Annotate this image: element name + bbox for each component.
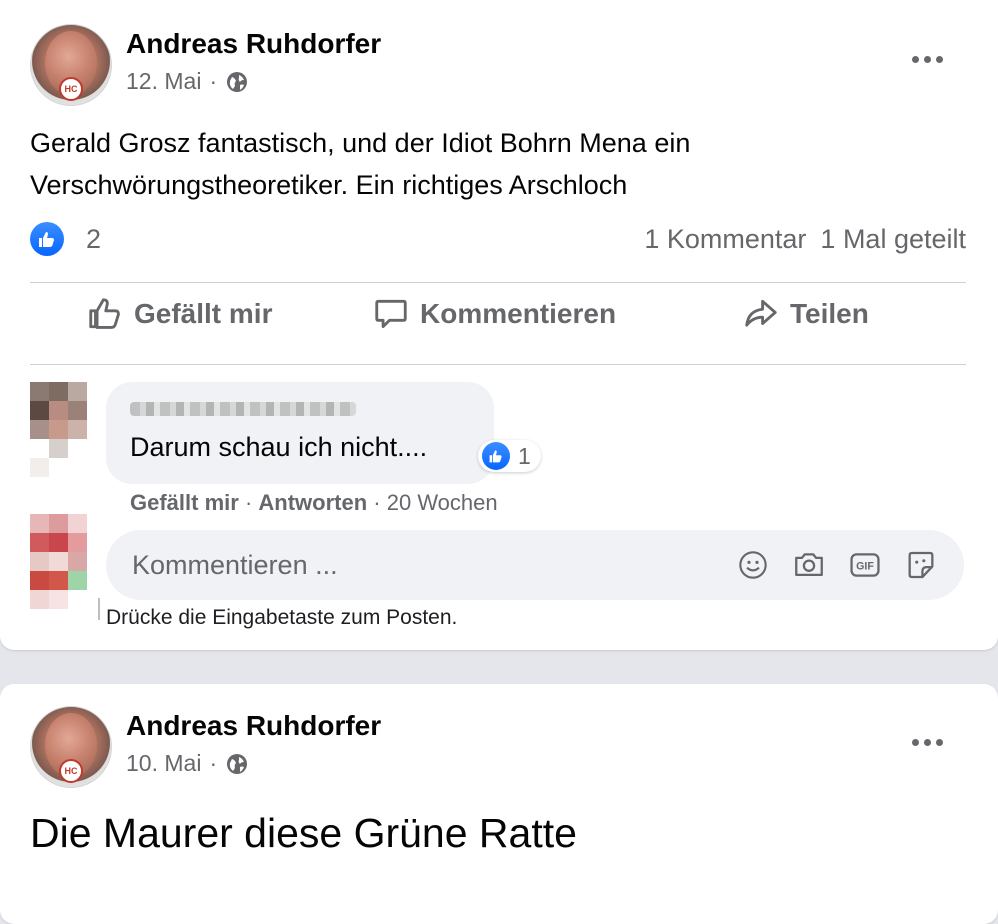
author-name[interactable]: Andreas Ruhdorfer bbox=[126, 28, 381, 60]
commenter-name-blurred[interactable] bbox=[130, 402, 356, 416]
comment-bubble: Darum schau ich nicht.... bbox=[106, 382, 494, 484]
thumbs-up-icon bbox=[89, 298, 120, 329]
more-options-icon[interactable] bbox=[912, 736, 948, 748]
current-user-avatar[interactable] bbox=[20, 514, 96, 634]
reaction-summary: 2 1 Kommentar 1 Mal geteilt bbox=[30, 222, 966, 258]
post-card: HC Andreas Ruhdorfer 12. Mai · Gerald Gr… bbox=[0, 0, 998, 650]
author-avatar[interactable]: HC bbox=[30, 706, 112, 788]
comment-input-box[interactable]: GIF bbox=[106, 530, 964, 600]
post-card: HC Andreas Ruhdorfer 10. Mai · Die Maure… bbox=[0, 684, 998, 924]
post-stats: 1 Kommentar 1 Mal geteilt bbox=[644, 224, 966, 255]
like-button[interactable]: Gefällt mir bbox=[86, 292, 272, 336]
shares-count[interactable]: 1 Mal geteilt bbox=[820, 224, 966, 255]
comment-like-link[interactable]: Gefällt mir bbox=[130, 490, 239, 515]
camera-icon[interactable] bbox=[792, 548, 826, 582]
commenter-avatar[interactable] bbox=[20, 382, 96, 486]
comment-reaction-count: 1 bbox=[518, 442, 531, 469]
gif-icon[interactable]: GIF bbox=[848, 548, 882, 582]
comment-age[interactable]: 20 Wochen bbox=[387, 490, 498, 515]
comment-actions: Gefällt mir · Antworten · 20 Wochen bbox=[130, 490, 498, 516]
post-text-line: Gerald Grosz fantastisch, und der Idiot … bbox=[30, 128, 691, 158]
comments-count[interactable]: 1 Kommentar bbox=[644, 224, 806, 255]
post-text-line: Verschwörungstheoretiker. Ein richtiges … bbox=[30, 170, 628, 200]
dot-separator: · bbox=[373, 490, 381, 515]
author-avatar[interactable]: HC bbox=[30, 24, 112, 106]
more-options-icon[interactable] bbox=[912, 53, 948, 65]
like-count[interactable]: 2 bbox=[86, 224, 101, 255]
share-button-label: Teilen bbox=[790, 298, 869, 329]
author-name[interactable]: Andreas Ruhdorfer bbox=[126, 710, 381, 742]
comment-button[interactable]: Kommentieren bbox=[372, 292, 616, 336]
like-reaction-icon[interactable] bbox=[30, 222, 64, 256]
share-icon bbox=[745, 299, 777, 327]
emoji-icon[interactable] bbox=[736, 548, 770, 582]
comment-input[interactable] bbox=[130, 544, 694, 586]
comment-icon bbox=[375, 299, 407, 329]
comment-text: Darum schau ich nicht.... bbox=[130, 432, 428, 462]
like-reaction-icon bbox=[482, 442, 510, 470]
divider bbox=[30, 364, 966, 365]
comment-reaction[interactable]: 1 bbox=[478, 440, 541, 472]
post-date[interactable]: 10. Mai bbox=[126, 750, 201, 777]
sticker-icon[interactable] bbox=[904, 548, 938, 582]
globe-icon bbox=[227, 71, 248, 92]
divider bbox=[30, 282, 966, 283]
input-icons: GIF bbox=[736, 548, 938, 582]
avatar-badge: HC bbox=[59, 77, 83, 101]
post-text: Die Maurer diese Grüne Ratte bbox=[30, 810, 577, 856]
input-hint: Drücke die Eingabetaste zum Posten. bbox=[106, 606, 458, 629]
avatar-badge: HC bbox=[59, 759, 83, 783]
post-meta: 12. Mai · bbox=[126, 68, 249, 95]
dot-separator: · bbox=[244, 490, 253, 515]
meta-separator: · bbox=[209, 68, 218, 94]
post-date[interactable]: 12. Mai bbox=[126, 68, 201, 95]
comment-reply-link[interactable]: Antworten bbox=[258, 490, 367, 515]
meta-separator: · bbox=[209, 750, 218, 776]
comment-button-label: Kommentieren bbox=[420, 298, 617, 329]
post-text: Gerald Grosz fantastisch, und der Idiot … bbox=[30, 122, 930, 206]
like-button-label: Gefällt mir bbox=[134, 298, 273, 329]
post-meta: 10. Mai · bbox=[126, 750, 249, 777]
globe-icon bbox=[227, 753, 248, 774]
text-cursor-marker bbox=[98, 598, 100, 620]
share-button[interactable]: Teilen bbox=[742, 292, 869, 336]
svg-text:GIF: GIF bbox=[856, 561, 874, 573]
